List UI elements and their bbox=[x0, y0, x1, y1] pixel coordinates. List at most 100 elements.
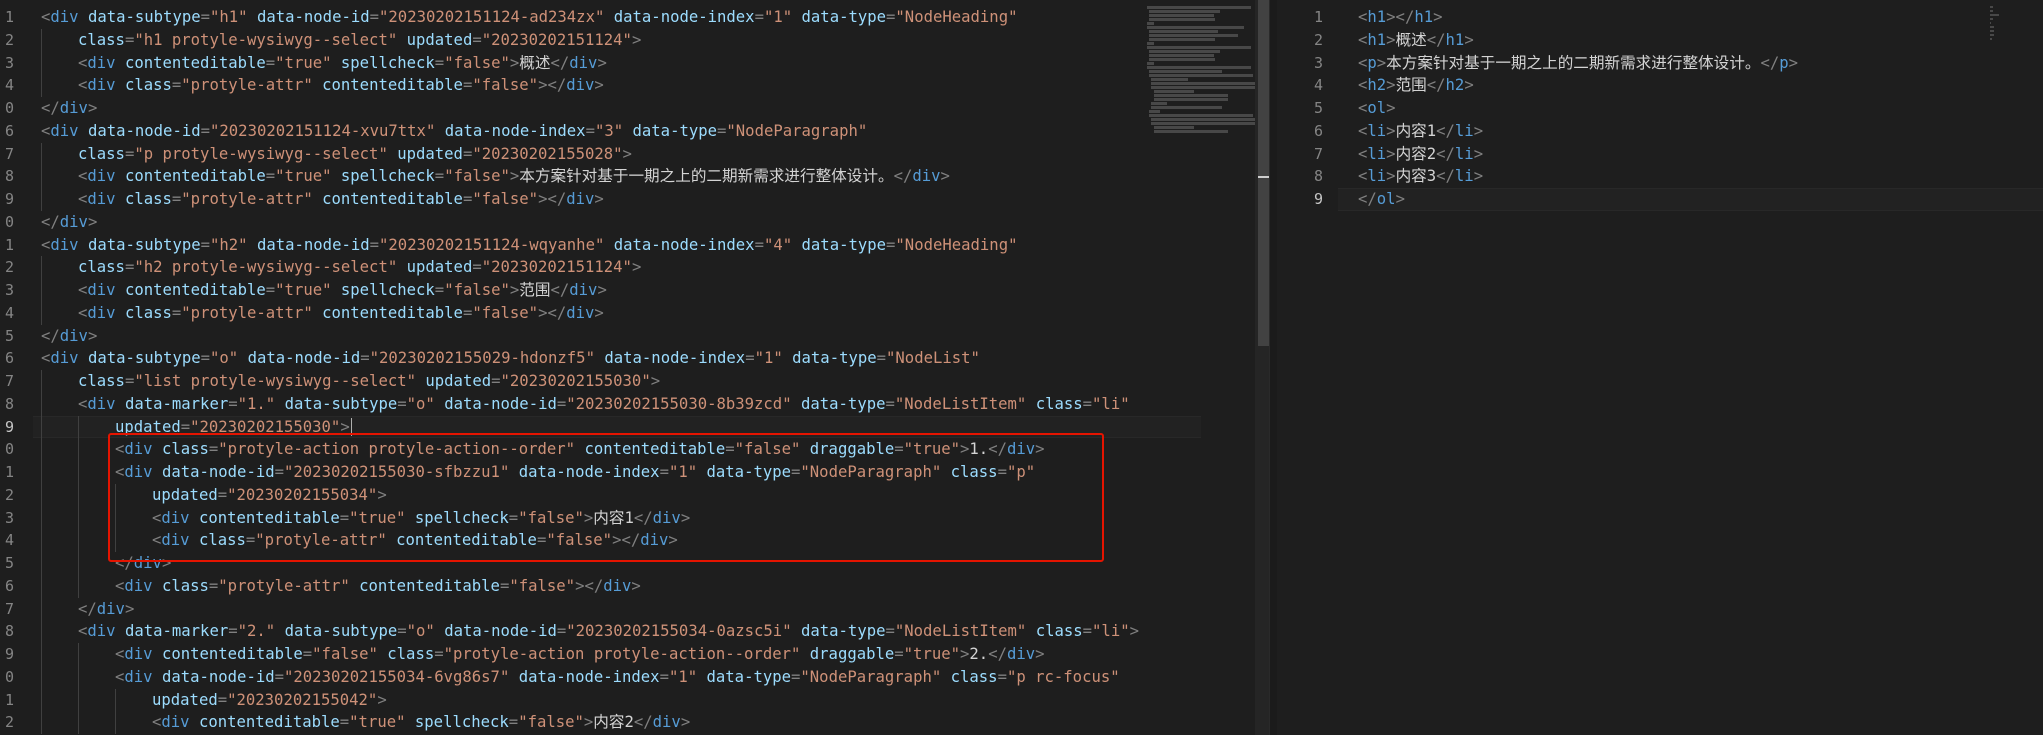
code-token: "list protyle-wysiwyg--select" bbox=[134, 372, 416, 390]
code-token: div bbox=[569, 281, 598, 299]
code-token: > bbox=[1395, 190, 1405, 208]
code-token: = bbox=[171, 76, 182, 95]
code-line[interactable]: <div data-subtype="o" data-node-id="2023… bbox=[41, 347, 1141, 370]
code-line[interactable]: </div> bbox=[41, 211, 1141, 234]
code-line[interactable]: <div contenteditable="true" spellcheck="… bbox=[41, 51, 1141, 75]
code-token: 内容2 bbox=[593, 713, 634, 732]
code-token: = bbox=[200, 8, 211, 26]
code-line[interactable]: </div> bbox=[41, 552, 1141, 575]
code-line[interactable]: <div data-marker="1." data-subtype="o" d… bbox=[41, 392, 1141, 416]
code-line[interactable]: class="p protyle-wysiwyg--select" update… bbox=[41, 142, 1141, 166]
line-number: 9 bbox=[4, 417, 14, 436]
code-line[interactable]: <li>内容3</li> bbox=[1358, 165, 1958, 188]
code-token: "NodeParagraph" bbox=[800, 667, 942, 686]
code-line[interactable]: <div class="protyle-attr" contenteditabl… bbox=[41, 74, 1141, 97]
minimap[interactable] bbox=[1990, 6, 2006, 40]
code-line[interactable]: class="h1 protyle-wysiwyg--select" updat… bbox=[41, 28, 1141, 52]
code-token: < bbox=[78, 303, 88, 322]
code-line[interactable]: </ol> bbox=[1338, 188, 2043, 211]
code-line[interactable]: <div class="protyle-attr" contenteditabl… bbox=[41, 574, 1141, 598]
code-line[interactable]: <div class="protyle-attr" contenteditabl… bbox=[41, 301, 1141, 325]
code-token: "h1" bbox=[210, 8, 248, 26]
code-line[interactable]: <div contenteditable="true" spellcheck="… bbox=[41, 711, 1141, 734]
code-line[interactable]: </div> bbox=[41, 597, 1141, 621]
code-line[interactable]: <div contenteditable="false" class="prot… bbox=[41, 643, 1141, 666]
code-line[interactable]: <div class="protyle-attr" contenteditabl… bbox=[41, 188, 1141, 211]
code-line[interactable]: </div> bbox=[41, 97, 1141, 120]
code-line[interactable]: updated="20230202155034"> bbox=[41, 483, 1141, 507]
editor-right-pane[interactable]: 123456789 <h1></h1> <h1>概述</h1> <p>本方案针对基于… bbox=[1277, 0, 2043, 735]
code-line[interactable]: <h2>范围</h2> bbox=[1358, 74, 1958, 97]
code-line[interactable]: updated="20230202155042"> bbox=[41, 688, 1141, 712]
code-token: = bbox=[508, 713, 519, 732]
code-token: < bbox=[115, 463, 125, 481]
code-token: ></ bbox=[575, 576, 604, 595]
code-line[interactable]: updated="20230202155030"> bbox=[33, 415, 1201, 439]
code-token: = bbox=[434, 645, 444, 663]
code-line[interactable]: <div class="protyle-action protyle-actio… bbox=[41, 438, 1141, 461]
code-line[interactable]: <div contenteditable="true" spellcheck="… bbox=[41, 279, 1141, 302]
code-token: = bbox=[245, 531, 256, 550]
line-number: 3 bbox=[4, 53, 14, 72]
code-token: < bbox=[41, 235, 51, 254]
code-line[interactable]: <div data-subtype="h2" data-node-id="202… bbox=[41, 234, 1141, 257]
code-token: spellcheck bbox=[340, 167, 435, 186]
code-line-content: <h2>范围</h2> bbox=[1358, 76, 1474, 94]
code-line[interactable]: <div class="protyle-attr" contenteditabl… bbox=[41, 529, 1141, 552]
line-number: 2 bbox=[1313, 30, 1323, 49]
code-token: contenteditable bbox=[124, 53, 266, 72]
code-line[interactable]: </div> bbox=[41, 325, 1141, 348]
minimap[interactable] bbox=[1147, 6, 1256, 133]
code-line[interactable]: <li>内容1</li> bbox=[1358, 120, 1958, 143]
code-line[interactable]: <h1></h1> bbox=[1358, 6, 1958, 29]
code-token: spellcheck bbox=[414, 508, 509, 527]
code-line[interactable]: <div contenteditable="true" spellcheck="… bbox=[41, 165, 1141, 188]
code-token: "false" bbox=[444, 281, 510, 299]
code-area[interactable]: <div data-subtype="h1" data-node-id="202… bbox=[33, 6, 1201, 734]
code-token: = bbox=[339, 713, 350, 732]
minimap-line bbox=[1149, 70, 1222, 73]
code-area[interactable]: <h1></h1> <h1>概述</h1> <p>本方案针对基于一期之上的二期新需求… bbox=[1338, 6, 2043, 211]
code-token: = bbox=[200, 349, 211, 368]
editor-left-pane[interactable]: 12340678901234567890123456789012 <div da… bbox=[0, 0, 1262, 735]
code-line[interactable]: <p>本方案针对基于一期之上的二期新需求进行整体设计。</p> bbox=[1358, 52, 1958, 75]
code-line[interactable]: <div data-node-id="20230202155030-sfbzzu… bbox=[41, 461, 1141, 484]
code-line[interactable]: <div contenteditable="true" spellcheck="… bbox=[41, 506, 1141, 530]
code-token: "NodeHeading" bbox=[895, 8, 1018, 26]
code-token: div bbox=[912, 167, 941, 186]
code-token: = bbox=[997, 463, 1007, 481]
code-line-content: </div> bbox=[41, 600, 134, 618]
code-line-content: <div data-node-id="20230202151124-xvu7tt… bbox=[41, 122, 867, 140]
code-token: "o" bbox=[406, 622, 435, 641]
code-line[interactable]: <li>内容2</li> bbox=[1358, 143, 1958, 166]
code-line[interactable]: <ol> bbox=[1358, 97, 1958, 120]
code-line[interactable]: <div data-node-id="20230202155034-6vg86s… bbox=[41, 665, 1141, 689]
code-line[interactable]: <div data-subtype="h1" data-node-id="202… bbox=[41, 6, 1141, 29]
code-line[interactable]: <h1>概述</h1> bbox=[1358, 29, 1958, 52]
code-line-content: <li>内容2</li> bbox=[1358, 145, 1483, 163]
code-token: </ bbox=[988, 440, 1007, 459]
code-line-content: <div data-subtype="h1" data-node-id="202… bbox=[41, 8, 1017, 26]
code-token: = bbox=[434, 281, 445, 299]
code-token: = bbox=[228, 394, 238, 413]
code-token: "false" bbox=[546, 531, 613, 550]
code-token: div bbox=[59, 326, 88, 345]
code-line[interactable]: <div data-node-id="20230202151124-xvu7tt… bbox=[41, 120, 1141, 143]
code-line-content: <div contenteditable="true" spellcheck="… bbox=[41, 54, 607, 72]
code-token: div bbox=[1006, 440, 1036, 459]
minimap-line bbox=[1990, 26, 1994, 28]
code-line[interactable]: class="h2 protyle-wysiwyg--select" updat… bbox=[41, 256, 1141, 279]
code-line[interactable]: <div data-marker="2." data-subtype="o" d… bbox=[41, 620, 1141, 643]
code-line[interactable]: class="list protyle-wysiwyg--select" upd… bbox=[41, 370, 1141, 393]
code-token: "4" bbox=[763, 235, 793, 254]
code-token: < bbox=[1358, 76, 1368, 95]
code-token: data-node-id bbox=[161, 667, 275, 686]
minimap-line bbox=[1153, 94, 1229, 97]
